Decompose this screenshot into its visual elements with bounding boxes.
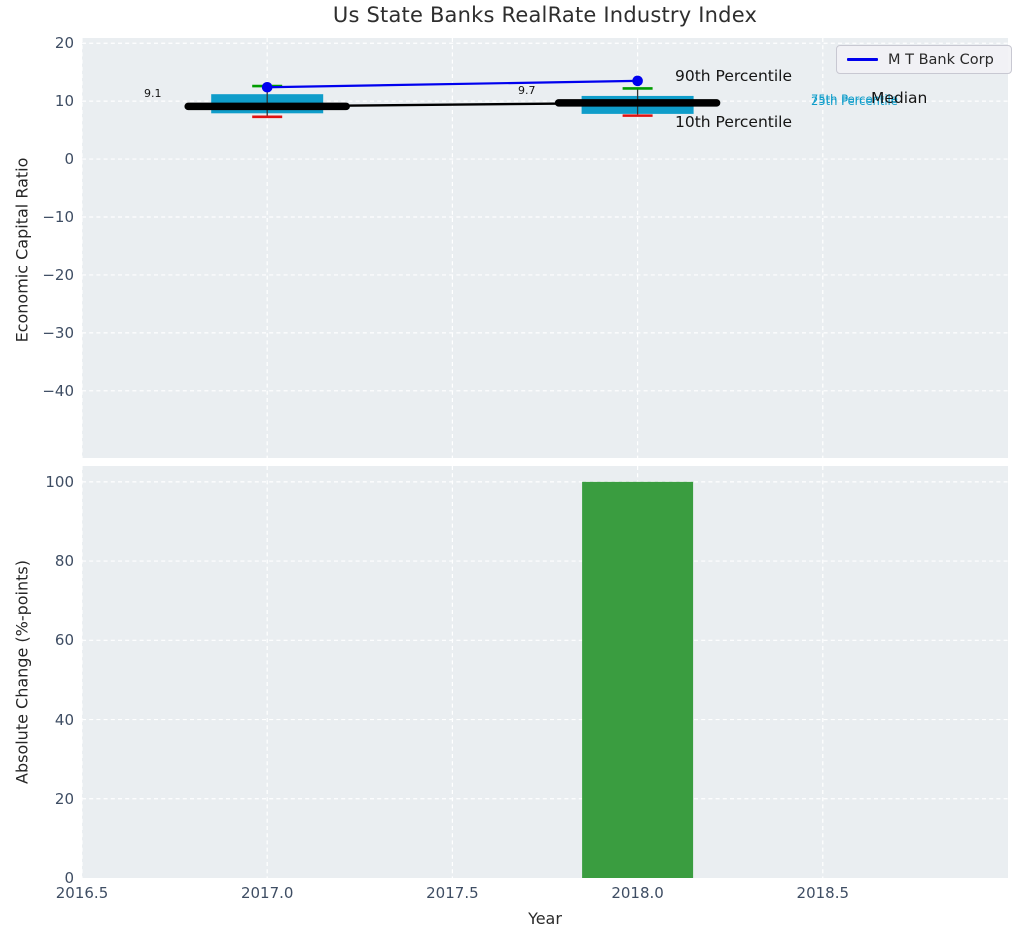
bottom-y-tick-label: 40 — [54, 710, 74, 729]
p10-label: 10th Percentile — [675, 113, 793, 131]
x-tick-label: 2018.0 — [611, 884, 664, 902]
bottom-y-tick-label: 100 — [45, 472, 74, 491]
bottom-plot-area — [82, 466, 1008, 878]
top-y-tick-label: −30 — [42, 323, 74, 342]
top-y-tick-label: 0 — [64, 150, 74, 169]
x-tick-label: 2017.5 — [426, 884, 479, 902]
median-value-annotation-2018: 9.7 — [518, 84, 536, 97]
top-y-tick-label: −20 — [42, 265, 74, 284]
top-y-axis-label: Economic Capital Ratio — [12, 157, 32, 343]
top-plot-area: 9.1 9.7 90th Percentile 10th Percentile … — [82, 38, 1008, 458]
top-y-tick-label: −10 — [42, 208, 74, 226]
chart-title: Us State Banks RealRate Industry Index — [332, 3, 758, 27]
median-label: Median — [871, 89, 928, 107]
legend: M T Bank Corp — [836, 45, 1012, 74]
x-tick-label: 2017.0 — [240, 884, 294, 902]
top-y-tick-label: −40 — [42, 381, 74, 400]
company-marker — [632, 75, 643, 87]
bottom-y-tick-label: 20 — [54, 789, 74, 808]
bottom-y-tick-label: 80 — [54, 552, 74, 571]
legend-label: M T Bank Corp — [888, 51, 994, 68]
company-marker — [261, 81, 273, 93]
x-tick-label: 2018.5 — [796, 884, 850, 902]
top-y-tick-label: 10 — [54, 92, 74, 111]
bottom-y-tick-label: 60 — [54, 631, 74, 650]
top-y-tick-label: 20 — [54, 34, 74, 53]
p90-label: 90th Percentile — [675, 67, 793, 85]
x-tick-label: 2016.5 — [55, 884, 109, 902]
legend-line-sample — [847, 58, 878, 61]
bottom-y-axis-label: Absolute Change (%-points) — [12, 560, 32, 784]
median-value-annotation-2017: 9.1 — [144, 87, 162, 100]
bar-chart-canvas — [82, 466, 1008, 878]
change-bar — [582, 481, 694, 878]
x-axis-label: Year — [528, 909, 562, 928]
